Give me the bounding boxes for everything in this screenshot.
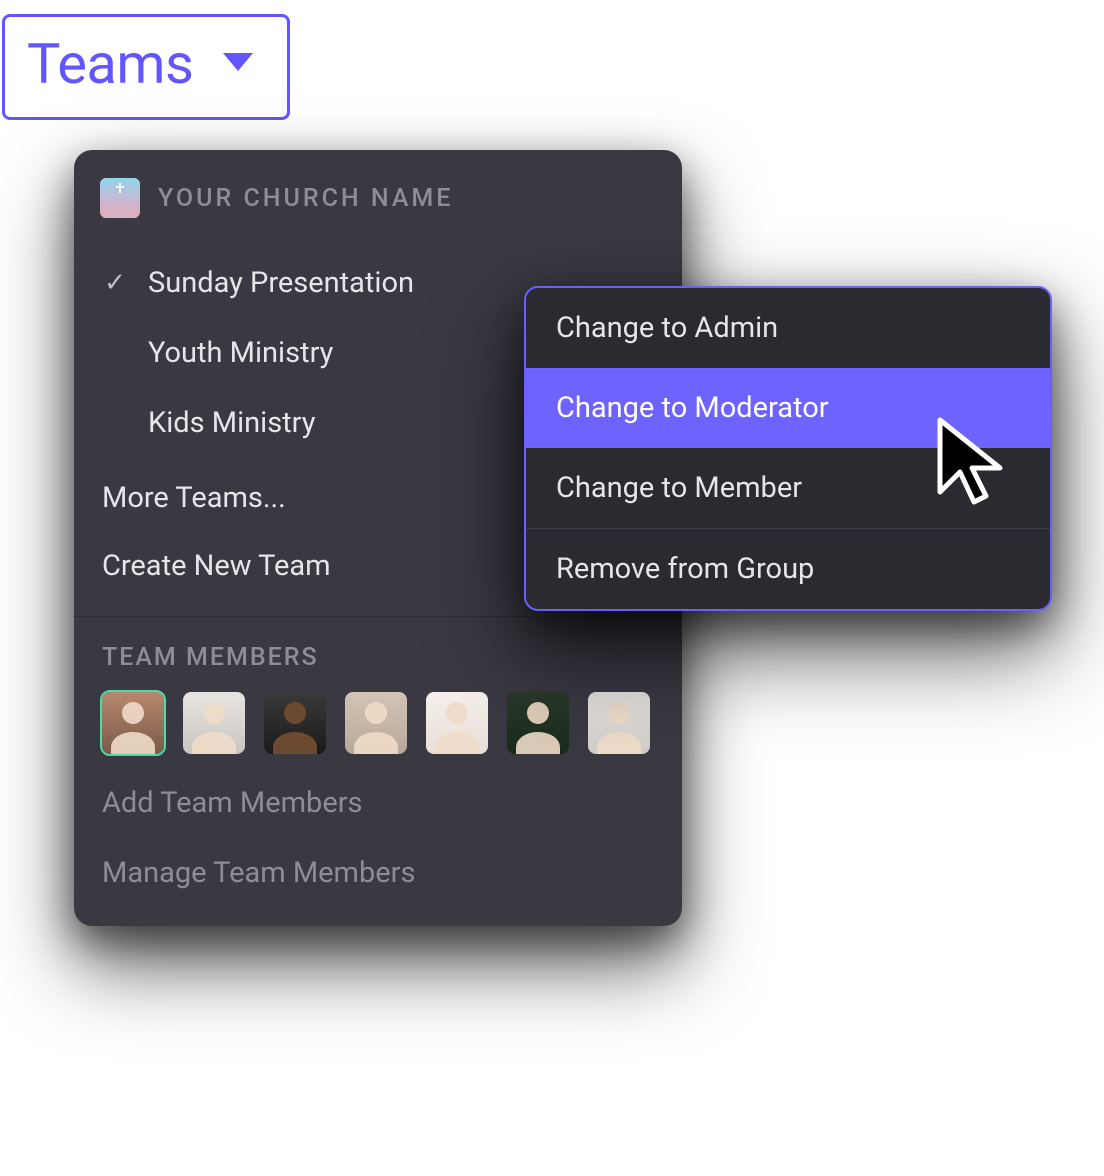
teams-dropdown-label: Teams	[27, 31, 193, 97]
team-members-header: TEAM MEMBERS	[74, 629, 682, 678]
avatar[interactable]	[183, 692, 245, 754]
menu-item-change-to-member[interactable]: Change to Member	[526, 448, 1050, 528]
role-context-menu: Change to Admin Change to Moderator Chan…	[524, 286, 1052, 611]
avatar[interactable]	[345, 692, 407, 754]
divider	[74, 616, 682, 617]
team-item-label: Youth Ministry	[148, 336, 333, 370]
avatar[interactable]	[507, 692, 569, 754]
church-name: YOUR CHURCH NAME	[158, 184, 453, 213]
manage-team-members-link[interactable]: Manage Team Members	[74, 838, 682, 908]
team-item-label: Sunday Presentation	[148, 266, 414, 300]
avatar[interactable]	[588, 692, 650, 754]
menu-item-remove-from-group[interactable]: Remove from Group	[526, 529, 1050, 609]
team-item-label: Kids Ministry	[148, 406, 315, 440]
check-icon: ✓	[100, 268, 130, 298]
avatar[interactable]	[102, 692, 164, 754]
menu-item-change-to-moderator[interactable]: Change to Moderator	[526, 368, 1050, 448]
avatar[interactable]	[264, 692, 326, 754]
caret-down-icon	[221, 50, 255, 78]
menu-item-change-to-admin[interactable]: Change to Admin	[526, 288, 1050, 368]
avatar-row	[74, 678, 682, 768]
teams-dropdown-button[interactable]: Teams	[2, 14, 290, 120]
church-thumbnail	[100, 178, 140, 218]
avatar[interactable]	[426, 692, 488, 754]
church-header: YOUR CHURCH NAME	[74, 150, 682, 236]
add-team-members-link[interactable]: Add Team Members	[74, 768, 682, 838]
